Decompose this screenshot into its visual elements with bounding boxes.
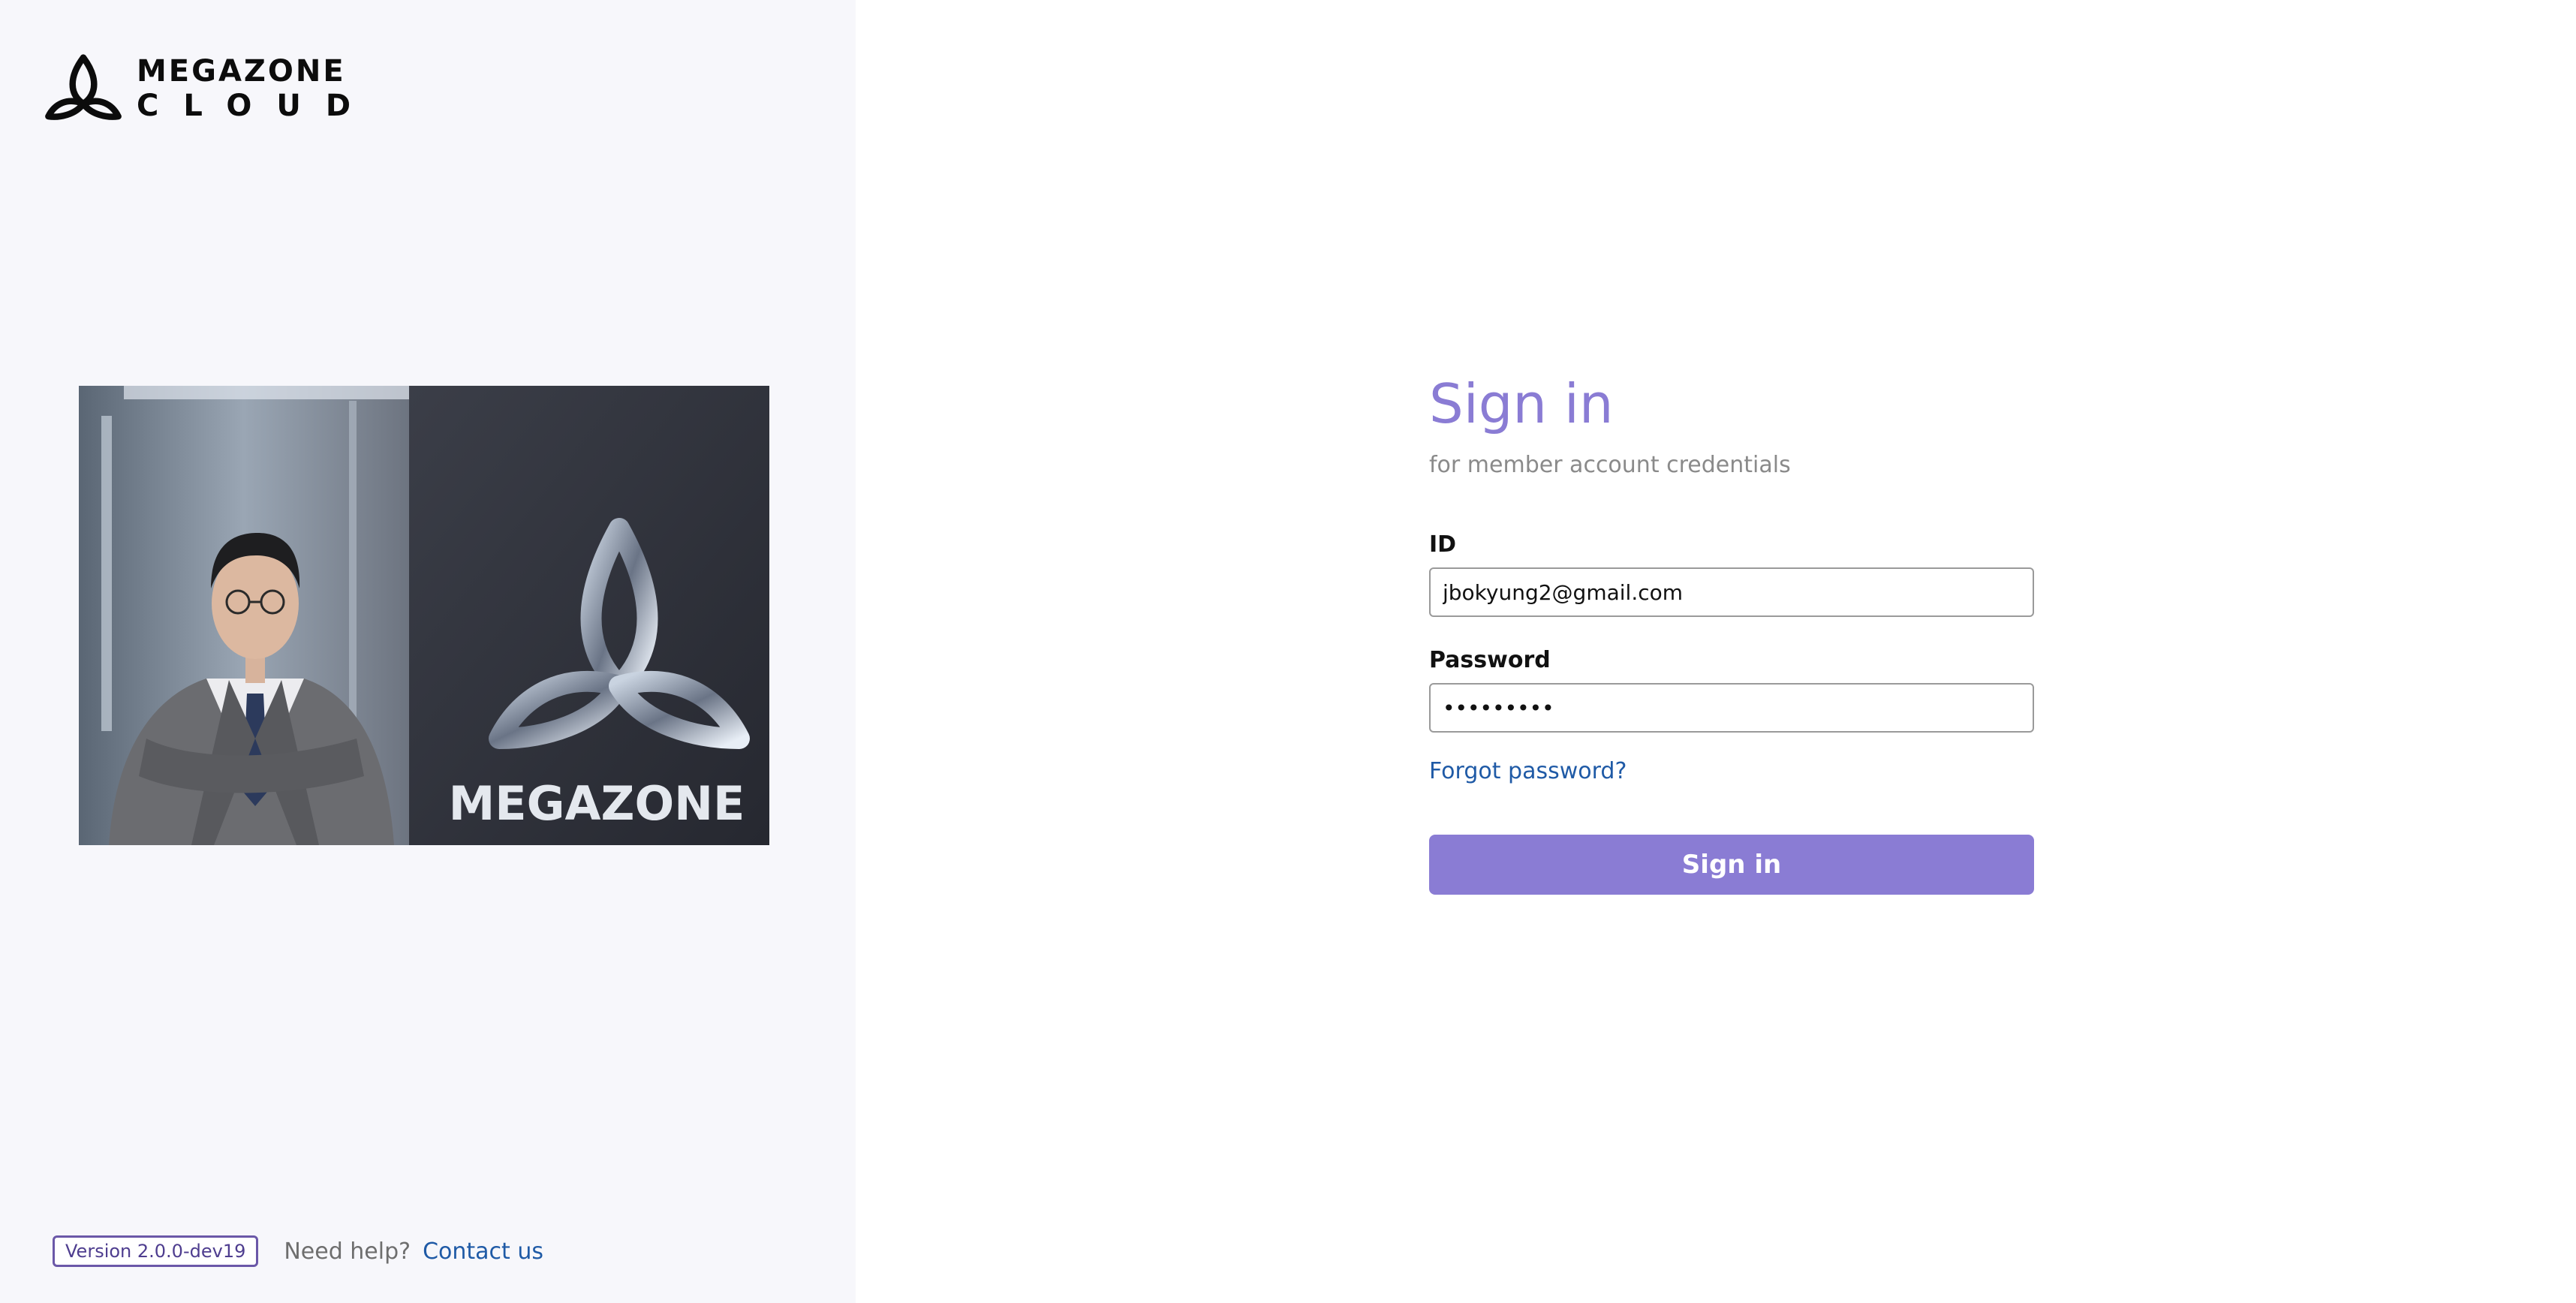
hero-photo: MEGAZONE: [79, 386, 769, 845]
page-title: Sign in: [1429, 372, 1614, 435]
left-panel: MEGAZONE CLOUD MEGAZONE Version 2.0.0-de…: [0, 0, 856, 1303]
id-label: ID: [1429, 531, 1457, 558]
logo-line2: CLOUD: [137, 89, 376, 123]
contact-us-link[interactable]: Contact us: [423, 1238, 543, 1265]
id-field[interactable]: [1429, 567, 2034, 617]
sign-in-button[interactable]: Sign in: [1429, 835, 2034, 895]
megazone-trinity-knot-icon: [45, 54, 122, 120]
footer: Version 2.0.0-dev19 Need help? Contact u…: [53, 1235, 543, 1267]
version-badge: Version 2.0.0-dev19: [53, 1235, 259, 1267]
signin-form: Sign in for member account credentials I…: [1429, 366, 2036, 895]
hero-sign-text: MEGAZONE: [449, 776, 745, 831]
password-field[interactable]: [1429, 683, 2034, 733]
megazone-cloud-logo: MEGAZONE CLOUD: [44, 53, 375, 125]
need-help-text: Need help?: [284, 1238, 411, 1265]
logo-wordmark: MEGAZONE CLOUD: [137, 56, 375, 121]
forgot-password-link[interactable]: Forgot password?: [1429, 757, 1627, 787]
password-label: Password: [1429, 647, 1551, 673]
logo-line1: MEGAZONE: [137, 54, 346, 89]
page-subtitle: for member account credentials: [1429, 452, 1791, 478]
